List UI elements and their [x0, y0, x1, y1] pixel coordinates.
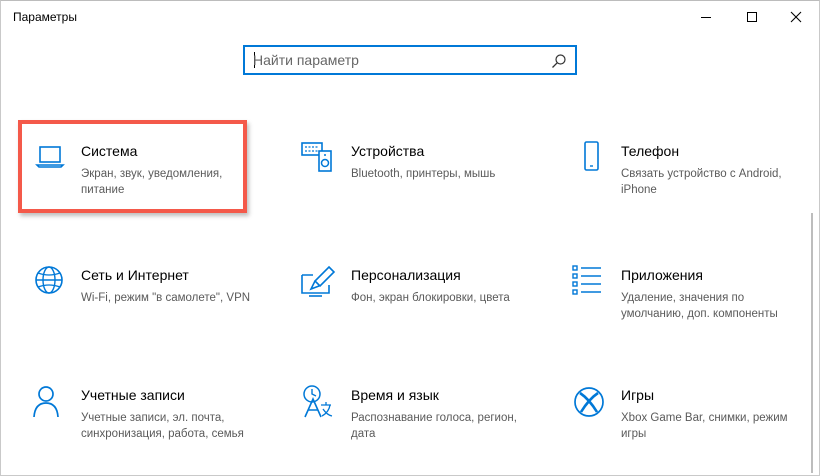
title-bar[interactable]: Параметры — [1, 1, 819, 35]
category-description: Связать устройство с Android, iPhone — [621, 168, 782, 196]
category-personalization[interactable]: Персонализация Фон, экран блокировки, цв… — [291, 265, 521, 345]
category-description: Удаление, значения по умолчанию, доп. ко… — [621, 292, 778, 320]
devices-icon — [301, 142, 332, 172]
category-description: Xbox Game Bar, снимки, режим игры — [621, 412, 788, 440]
close-icon — [790, 11, 802, 23]
category-name: Игры — [621, 387, 655, 403]
minimize-button[interactable] — [683, 1, 729, 33]
category-description: Фон, экран блокировки, цвета — [351, 292, 510, 304]
person-icon — [33, 386, 59, 418]
globe-icon — [35, 266, 63, 294]
category-name: Сеть и Интернет — [81, 267, 189, 283]
category-description: Учетные записи, эл. почта, синхронизация… — [81, 412, 244, 440]
category-name: Учетные записи — [81, 387, 185, 403]
close-button[interactable] — [773, 1, 819, 33]
window-title: Параметры — [13, 10, 77, 24]
apps-list-icon — [572, 265, 601, 295]
search-input[interactable] — [253, 51, 543, 69]
category-description: Bluetooth, принтеры, мышь — [351, 168, 496, 180]
paint-icon — [301, 265, 336, 297]
category-gaming[interactable]: Игры Xbox Game Bar, снимки, режим игры — [561, 385, 791, 465]
category-name: Время и язык — [351, 387, 439, 403]
scrollbar[interactable] — [811, 213, 813, 473]
category-phone[interactable]: Телефон Связать устройство с Android, iP… — [561, 141, 791, 221]
category-name: Телефон — [621, 143, 680, 159]
search-icon[interactable] — [551, 53, 567, 69]
category-accounts[interactable]: Учетные записи Учетные записи, эл. почта… — [21, 385, 251, 465]
search-box[interactable] — [243, 45, 577, 75]
category-devices[interactable]: Устройства Bluetooth, принтеры, мышь — [291, 141, 521, 221]
category-name: Персонализация — [351, 267, 461, 283]
category-name: Приложения — [621, 267, 703, 283]
category-description: Распознавание голоса, регион, дата — [351, 412, 517, 440]
category-network[interactable]: Сеть и Интернет Wi-Fi, режим "в самолете… — [21, 265, 251, 345]
category-time-language[interactable]: Время и язык Распознавание голоса, регио… — [291, 385, 521, 465]
highlight-annotation — [18, 120, 247, 213]
time-language-icon — [303, 385, 333, 418]
category-description: Wi-Fi, режим "в самолете", VPN — [81, 292, 251, 304]
maximize-icon — [747, 12, 757, 22]
phone-icon — [584, 141, 599, 171]
category-name: Устройства — [351, 143, 425, 159]
maximize-button[interactable] — [729, 1, 775, 33]
minimize-icon — [701, 17, 711, 18]
xbox-icon — [574, 387, 604, 417]
settings-window: Параметры Система Экран, звук, уведомлен… — [0, 0, 820, 476]
category-apps[interactable]: Приложения Удаление, значения по умолчан… — [561, 265, 791, 345]
